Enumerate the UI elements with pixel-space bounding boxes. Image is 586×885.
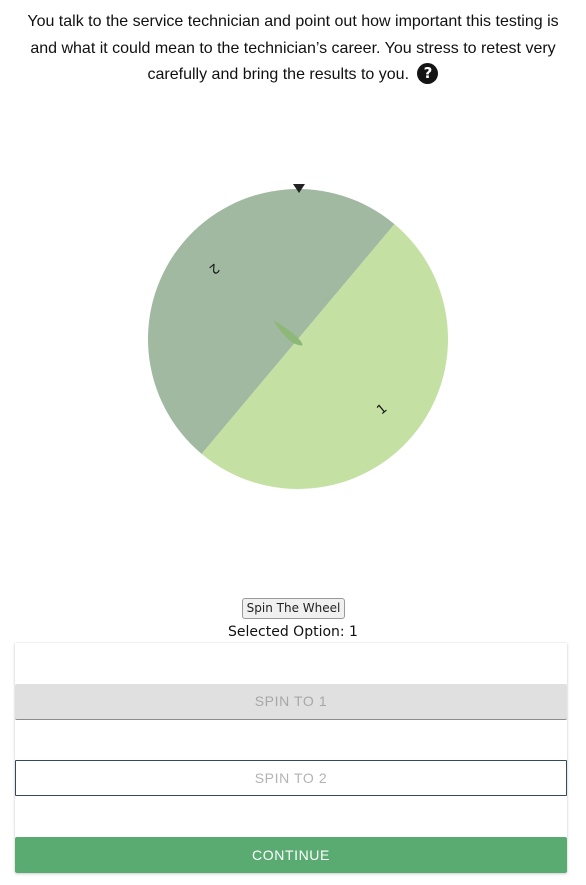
spin-to-1-button[interactable]: SPIN TO 1 [15,684,567,720]
prompt-text-block: You talk to the service technician and p… [14,9,572,89]
spin-to-2-button[interactable]: SPIN TO 2 [15,760,567,796]
spin-the-wheel-button[interactable]: Spin The Wheel [242,598,345,619]
selected-option-text: Selected Option: 1 [228,624,358,640]
prompt-text: You talk to the service technician and p… [27,13,559,83]
continue-button[interactable]: CONTINUE [15,837,567,873]
help-icon[interactable]: ? [417,63,439,84]
wheel-graphic: 12 [148,184,448,490]
spin-wheel[interactable]: 12 [143,180,453,494]
options-panel: SPIN TO 1 SPIN TO 2 CONTINUE [15,643,567,873]
